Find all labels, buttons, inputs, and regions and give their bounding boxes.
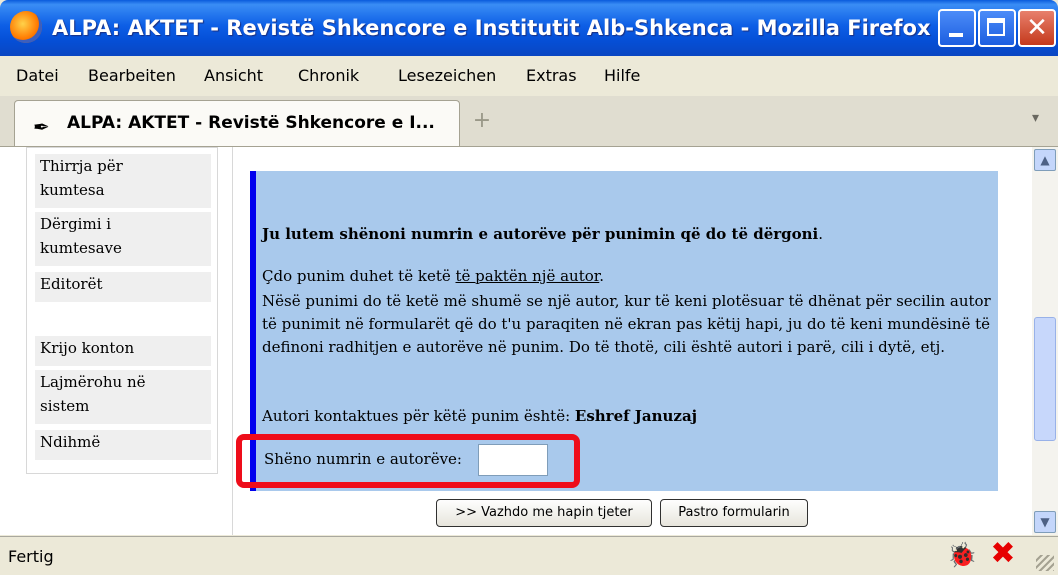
contact-line: Autori kontaktues për këtë punim është: … [262, 407, 697, 425]
favicon-icon: ✒ [33, 115, 50, 139]
menu-lesezeichen[interactable]: Lesezeichen [398, 66, 496, 85]
close-button[interactable]: ✕ [1018, 9, 1056, 47]
heading-end: . [818, 225, 824, 243]
sidebar-item-thirrja[interactable]: Thirrja për kumtesa [35, 154, 211, 208]
info-paragraph: Nësë punimi do të ketë më shumë se një a… [262, 292, 991, 356]
min-author-line: Çdo punim duhet të ketë të paktën një au… [262, 267, 992, 285]
close-icon: ✕ [1026, 13, 1048, 43]
tab-label: ALPA: AKTET - Revistë Shkencore e I... [67, 113, 435, 133]
sidebar-item-label: Dërgimi i kumtesave [40, 215, 122, 257]
maximize-button[interactable] [978, 9, 1016, 47]
sidebar-item-label: Lajmërohu në sistem [40, 373, 146, 415]
tab-list-icon[interactable]: ▾ [1032, 110, 1039, 126]
resize-grip[interactable] [1036, 555, 1054, 571]
menu-bar: Datei Bearbeiten Ansicht Chronik Lesezei… [0, 56, 1058, 96]
scroll-thumb[interactable] [1034, 317, 1056, 441]
menu-extras[interactable]: Extras [526, 66, 577, 85]
min-author-link[interactable]: të paktën një autor [456, 267, 600, 285]
contact-name: Eshref Januzaj [574, 407, 698, 425]
form-heading: Ju lutem shënoni numrin e autorëve për p… [262, 225, 823, 243]
menu-chronik[interactable]: Chronik [298, 66, 359, 85]
author-count-input[interactable] [478, 444, 548, 476]
minimize-button[interactable] [938, 9, 976, 47]
tab-alpa[interactable]: ✒ ALPA: AKTET - Revistë Shkencore e I... [14, 100, 460, 146]
divider [232, 147, 233, 535]
scroll-down-icon[interactable]: ▼ [1034, 511, 1056, 533]
title-bar: ALPA: AKTET - Revistë Shkencore e Instit… [0, 0, 1058, 56]
blocked-icon[interactable]: ✖ [986, 539, 1020, 571]
vertical-scrollbar[interactable]: ▲ ▼ [1032, 147, 1058, 535]
contact-prefix: Autori kontaktues për këtë punim është: [262, 407, 575, 425]
sidebar-item-label: Thirrja për kumtesa [40, 157, 123, 199]
scroll-up-icon[interactable]: ▲ [1034, 149, 1056, 171]
sidebar-item-lajmerohu[interactable]: Lajmërohu në sistem [35, 370, 211, 424]
sidebar: Thirrja për kumtesa Dërgimi i kumtesave … [26, 147, 218, 474]
line1-prefix: Çdo punim duhet të ketë [262, 267, 456, 285]
sidebar-item-label: Krijo konton [40, 339, 135, 357]
sidebar-item-label: Editorët [40, 275, 103, 293]
window-title: ALPA: AKTET - Revistë Shkencore e Instit… [52, 16, 931, 40]
status-bar: Fertig 🐞 ✖ [0, 536, 1058, 575]
next-step-button[interactable]: >> Vazhdo me hapin tjeter [436, 499, 652, 527]
heading-text: Ju lutem shënoni numrin e autorëve për p… [262, 225, 819, 243]
sidebar-item-krijo-konton[interactable]: Krijo konton [35, 336, 211, 366]
line1-suffix: . [599, 267, 605, 285]
menu-datei[interactable]: Datei [16, 66, 59, 85]
menu-hilfe[interactable]: Hilfe [604, 66, 640, 85]
author-count-label: Shëno numrin e autorëve: [264, 450, 462, 468]
tab-bar: ✒ ALPA: AKTET - Revistë Shkencore e I...… [0, 96, 1058, 147]
bug-icon[interactable]: 🐞 [947, 541, 977, 569]
page-content: Thirrja për kumtesa Dërgimi i kumtesave … [0, 147, 1032, 535]
menu-ansicht[interactable]: Ansicht [204, 66, 263, 85]
sidebar-item-editoret[interactable]: Editorët [35, 272, 211, 302]
sidebar-item-label: Ndihmë [40, 433, 101, 451]
sidebar-item-dergimi[interactable]: Dërgimi i kumtesave [35, 212, 211, 266]
firefox-icon [10, 11, 42, 43]
new-tab-button[interactable]: + [468, 106, 496, 136]
sidebar-item-ndihme[interactable]: Ndihmë [35, 430, 211, 460]
status-text: Fertig [8, 547, 54, 566]
menu-bearbeiten[interactable]: Bearbeiten [88, 66, 176, 85]
clear-form-button[interactable]: Pastro formularin [660, 499, 808, 527]
